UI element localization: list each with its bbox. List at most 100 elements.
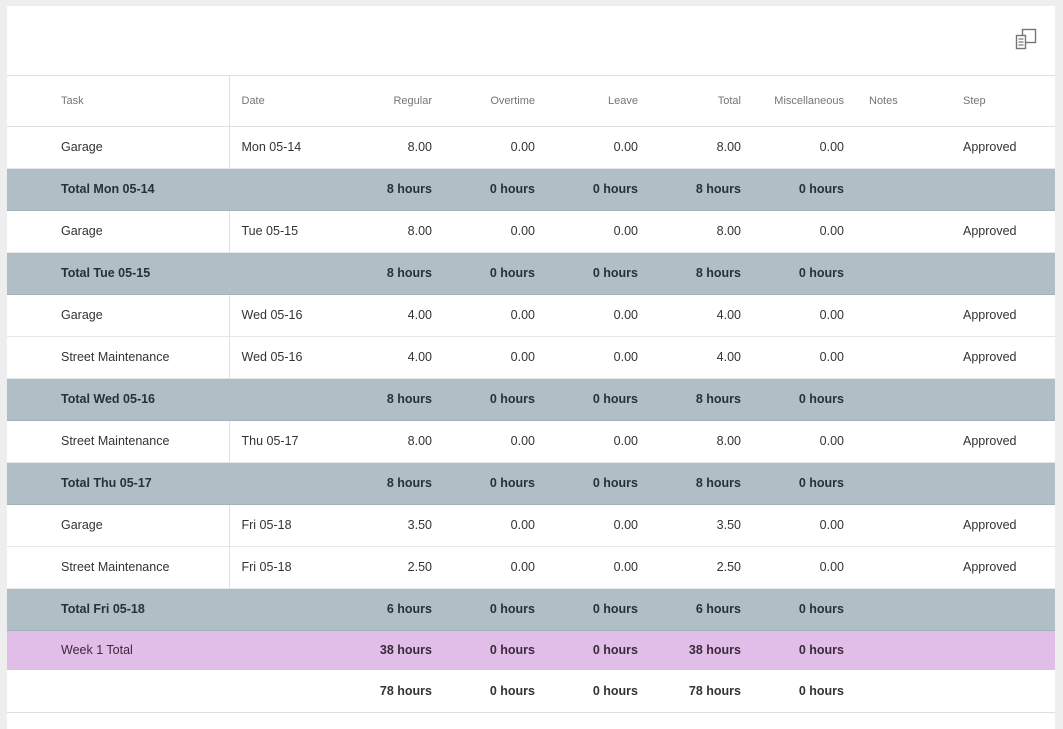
total-label: Total Thu 05-17 — [7, 462, 229, 505]
empty-cell — [844, 670, 963, 713]
task-cell: Street Maintenance — [7, 336, 230, 379]
empty-cell — [963, 462, 1055, 505]
daily-total-row: Total Mon 05-14 8 hours 0 hours 0 hours 8 ho… — [7, 168, 1055, 211]
notes-cell — [844, 504, 963, 547]
table-row[interactable]: Street Maintenance Wed 05-16 4.00 0.00 0.00 4… — [7, 336, 1055, 379]
misc-cell: 0.00 — [741, 336, 844, 379]
regular-total-cell: 6 hours — [329, 588, 432, 631]
overtime-total-cell: 0 hours — [432, 462, 535, 505]
column-header-leave[interactable]: Leave — [535, 76, 638, 127]
step-cell: Approved — [963, 336, 1055, 379]
date-cell: Fri 05-18 — [229, 504, 329, 547]
step-cell: Approved — [963, 420, 1055, 463]
overtime-cell: 0.00 — [432, 504, 535, 547]
empty-cell — [963, 168, 1055, 211]
column-header-regular[interactable]: Regular — [329, 76, 432, 127]
leave-total-cell: 0 hours — [535, 378, 638, 421]
empty-cell — [844, 462, 963, 505]
empty-cell — [844, 630, 963, 670]
date-cell: Wed 05-16 — [229, 336, 329, 379]
empty-cell — [229, 670, 329, 713]
date-cell: Mon 05-14 — [229, 126, 329, 169]
empty-cell — [963, 252, 1055, 295]
empty-cell — [229, 252, 329, 295]
table-body: Garage Mon 05-14 8.00 0.00 0.00 8.00 0.00 Appro… — [7, 126, 1055, 713]
overtime-cell: 0.00 — [432, 420, 535, 463]
date-cell: Fri 05-18 — [229, 546, 329, 589]
task-cell: Street Maintenance — [7, 546, 230, 589]
misc-total-cell: 0 hours — [741, 630, 844, 670]
step-cell: Approved — [963, 210, 1055, 253]
table-row[interactable]: Street Maintenance Fri 05-18 2.50 0.00 0.00 2… — [7, 546, 1055, 589]
leave-cell: 0.00 — [535, 336, 638, 379]
table-row[interactable]: Garage Tue 05-15 8.00 0.00 0.00 8.00 0.00 Appro… — [7, 210, 1055, 253]
notes-cell — [844, 294, 963, 337]
task-cell: Garage — [7, 210, 230, 253]
task-cell: Garage — [7, 504, 230, 547]
empty-cell — [229, 378, 329, 421]
column-header-total[interactable]: Total — [638, 76, 741, 127]
regular-total-cell: 78 hours — [329, 670, 432, 713]
leave-cell: 0.00 — [535, 420, 638, 463]
column-header-task[interactable]: Task — [7, 76, 230, 127]
columns-icon[interactable] — [1013, 26, 1039, 52]
leave-total-cell: 0 hours — [535, 588, 638, 631]
leave-cell: 0.00 — [535, 504, 638, 547]
notes-cell — [844, 210, 963, 253]
column-header-notes[interactable]: Notes — [844, 76, 963, 127]
date-cell: Thu 05-17 — [229, 420, 329, 463]
total-label: Total Tue 05-15 — [7, 252, 229, 295]
column-header-date[interactable]: Date — [229, 76, 329, 127]
task-cell: Garage — [7, 294, 230, 337]
regular-total-cell: 38 hours — [329, 630, 432, 670]
total-cell: 8.00 — [638, 210, 741, 253]
overtime-cell: 0.00 — [432, 126, 535, 169]
timesheet-panel: Task Date Regular Overtime Leave Total M… — [7, 6, 1055, 729]
total-total-cell: 38 hours — [638, 630, 741, 670]
column-header-step[interactable]: Step — [963, 76, 1055, 127]
empty-cell — [844, 378, 963, 421]
table-row[interactable]: Garage Wed 05-16 4.00 0.00 0.00 4.00 0.00 Appro… — [7, 294, 1055, 337]
task-cell: Garage — [7, 126, 230, 169]
empty-cell — [844, 168, 963, 211]
empty-cell — [229, 168, 329, 211]
total-cell: 4.00 — [638, 336, 741, 379]
step-cell: Approved — [963, 294, 1055, 337]
table-row[interactable]: Street Maintenance Thu 05-17 8.00 0.00 0.00 8… — [7, 420, 1055, 463]
overtime-cell: 0.00 — [432, 210, 535, 253]
leave-total-cell: 0 hours — [535, 462, 638, 505]
misc-cell: 0.00 — [741, 420, 844, 463]
toolbar — [7, 6, 1055, 76]
regular-total-cell: 8 hours — [329, 252, 432, 295]
total-cell: 4.00 — [638, 294, 741, 337]
total-cell: 2.50 — [638, 546, 741, 589]
empty-cell — [229, 630, 329, 670]
leave-total-cell: 0 hours — [535, 630, 638, 670]
column-header-overtime[interactable]: Overtime — [432, 76, 535, 127]
misc-cell: 0.00 — [741, 546, 844, 589]
date-cell: Wed 05-16 — [229, 294, 329, 337]
leave-cell: 0.00 — [535, 294, 638, 337]
total-total-cell: 8 hours — [638, 168, 741, 211]
step-cell: Approved — [963, 546, 1055, 589]
overtime-total-cell: 0 hours — [432, 670, 535, 713]
overtime-total-cell: 0 hours — [432, 630, 535, 670]
date-cell: Tue 05-15 — [229, 210, 329, 253]
leave-cell: 0.00 — [535, 546, 638, 589]
overtime-cell: 0.00 — [432, 336, 535, 379]
total-label: Total Fri 05-18 — [7, 588, 229, 631]
table-row[interactable]: Garage Fri 05-18 3.50 0.00 0.00 3.50 0.00 Appro… — [7, 504, 1055, 547]
misc-cell: 0.00 — [741, 210, 844, 253]
empty-cell — [963, 378, 1055, 421]
total-cell: 3.50 — [638, 504, 741, 547]
header-row: Task Date Regular Overtime Leave Total M… — [7, 76, 1055, 127]
column-header-miscellaneous[interactable]: Miscellaneous — [741, 76, 844, 127]
task-cell: Street Maintenance — [7, 420, 230, 463]
total-total-cell: 8 hours — [638, 378, 741, 421]
leave-total-cell: 0 hours — [535, 670, 638, 713]
notes-cell — [844, 420, 963, 463]
total-total-cell: 8 hours — [638, 462, 741, 505]
table-row[interactable]: Garage Mon 05-14 8.00 0.00 0.00 8.00 0.00 Appro… — [7, 126, 1055, 169]
empty-cell — [963, 670, 1055, 713]
regular-cell: 8.00 — [329, 210, 432, 253]
